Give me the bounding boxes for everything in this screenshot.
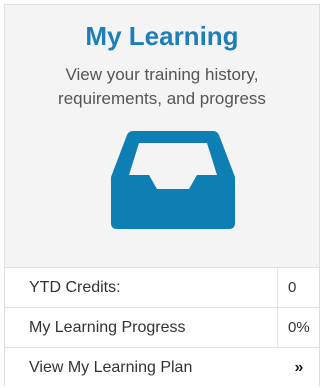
my-learning-widget: My Learning View your training history, …	[4, 4, 320, 387]
widget-title: My Learning	[85, 21, 239, 51]
learning-progress-value: 0%	[277, 308, 319, 347]
view-learning-plan-label[interactable]: View My Learning Plan	[29, 348, 192, 388]
ytd-credits-label: YTD Credits:	[29, 279, 121, 296]
inbox-tray-icon[interactable]	[109, 129, 237, 231]
double-chevron-right-icon[interactable]: »	[277, 348, 319, 387]
widget-subtitle: View your training history, requirements…	[58, 65, 266, 108]
learning-progress-label: My Learning Progress	[29, 319, 186, 336]
learning-progress-row: My Learning Progress 0%	[5, 307, 319, 347]
ytd-credits-row: YTD Credits: 0	[5, 267, 319, 307]
view-learning-plan-link[interactable]: View My Learning Plan »	[5, 347, 319, 387]
ytd-credits-value: 0	[277, 268, 319, 307]
stats-table: YTD Credits: 0 My Learning Progress 0% V…	[5, 267, 319, 387]
